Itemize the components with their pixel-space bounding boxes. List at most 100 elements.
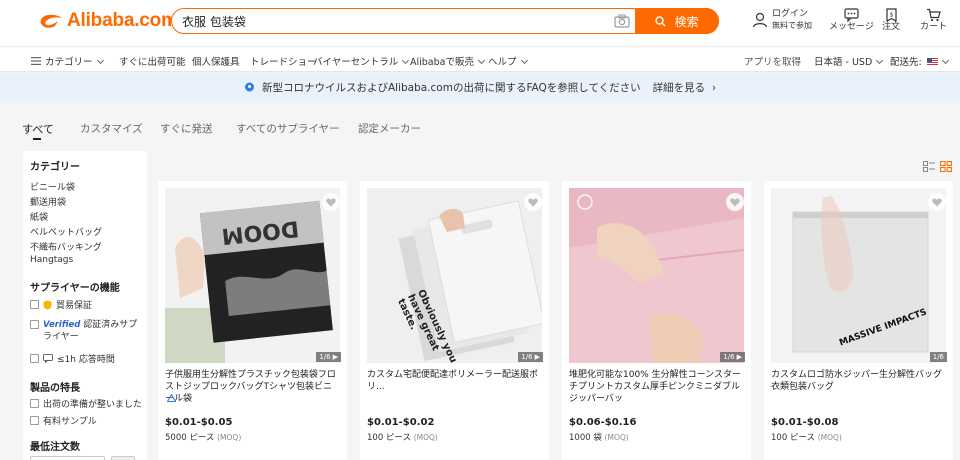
ready-to-ship-label: 出荷の準備が整いました — [43, 400, 143, 410]
banner-details-link[interactable]: 詳細を見る › — [653, 80, 716, 95]
orders-link[interactable]: $ 注文 — [882, 8, 900, 33]
tab-all[interactable]: すべて — [22, 121, 54, 137]
cart-icon — [927, 8, 941, 22]
product-title[interactable]: 堆肥化可能な100% 生分解性コーンスターチプリントカスタム厚手ピンクミニダブル… — [569, 369, 745, 405]
trade-assurance-filter[interactable]: 貿易保証 — [30, 298, 92, 311]
tab-verified-manufacturers[interactable]: 認定メーカー — [358, 121, 421, 136]
ready-to-ship-filter[interactable]: 出荷の準備が整いました — [30, 397, 142, 410]
category-nav: カテゴリー すぐに出荷可能 個人保護具 トレードショー バイヤーセントラル Al… — [0, 46, 960, 72]
product-title[interactable]: 子供服用生分解性プラスチック包装袋フロストジップロックバッグTシャツ包装ビニール… — [165, 369, 341, 405]
category-link[interactable]: 郵送用袋 — [30, 195, 66, 208]
get-app-link[interactable]: アプリを取得 — [744, 54, 801, 68]
nav-item-sell[interactable]: Alibabaで販売 — [410, 54, 486, 68]
paid-samples-label: 有料サンプル — [43, 417, 97, 427]
product-moq: 1000 袋 (MOQ) — [569, 431, 629, 443]
moq-value: 1000 袋 — [569, 433, 602, 443]
response-time-filter[interactable]: ≤1h 応答時間 — [30, 352, 115, 365]
moq-tag: (MOQ) — [217, 433, 242, 442]
list-view-icon[interactable] — [923, 161, 935, 172]
ship-to-label: 配送先: — [890, 57, 922, 68]
ship-to-select[interactable]: 配送先: — [890, 54, 949, 68]
min-order-input[interactable] — [30, 456, 105, 460]
top-header: Alibaba.com 検索 ログイン 無料で参加 — [0, 0, 960, 46]
search-button[interactable]: 検索 — [635, 8, 719, 34]
search-icon — [655, 15, 667, 27]
search-input[interactable] — [182, 12, 602, 30]
tab-all-suppliers[interactable]: すべてのサプライヤー — [236, 121, 340, 136]
moq-value: 5000 ピース — [165, 433, 215, 443]
product-card[interactable]: 1/6 ▶ 堆肥化可能な100% 生分解性コーンスターチプリントカスタム厚手ピンク… — [562, 181, 751, 460]
category-link[interactable]: Hangtags — [30, 255, 73, 265]
alibaba-logo-icon — [40, 14, 62, 28]
tab-ready-to-ship[interactable]: すぐに発送 — [160, 121, 213, 136]
language-currency-select[interactable]: 日本語 - USD — [814, 54, 884, 68]
category-link[interactable]: 不織布バッキング — [30, 240, 102, 253]
min-order-ok-button[interactable] — [111, 456, 135, 460]
verified-badge: Verified — [43, 320, 81, 330]
checkbox[interactable] — [30, 399, 39, 408]
product-moq: 5000 ピース (MOQ) — [165, 431, 241, 443]
product-card[interactable]: DOOM 1/6 ▶ 子供服用生分解性プラスチック包装袋フロストジップロックバッグ… — [158, 181, 347, 460]
nav-item-label: Alibabaで販売 — [410, 57, 474, 68]
favorite-button[interactable] — [726, 193, 744, 211]
cart-link[interactable]: カート — [920, 8, 947, 33]
svg-text:$: $ — [889, 12, 893, 19]
tab-customize[interactable]: カスタマイズ — [80, 121, 143, 136]
category-link[interactable]: 紙袋 — [30, 210, 48, 223]
checkbox[interactable] — [30, 320, 39, 329]
favorite-button[interactable] — [928, 193, 946, 211]
product-image[interactable]: Obviously you have great taste. — [367, 188, 542, 363]
product-image[interactable] — [569, 188, 744, 363]
nav-categories[interactable]: カテゴリー — [31, 54, 104, 68]
moq-value: 100 ピース — [367, 433, 412, 443]
nav-item-trade-show[interactable]: トレードショー — [250, 54, 317, 68]
search-button-label: 検索 — [674, 14, 699, 29]
camera-icon[interactable] — [614, 14, 630, 28]
heart-icon — [932, 198, 942, 206]
moq-tag: (MOQ) — [604, 433, 629, 442]
category-link[interactable]: ベルベットバッグ — [30, 225, 102, 238]
favorite-button[interactable] — [322, 193, 340, 211]
product-moq: 100 ピース (MOQ) — [771, 431, 842, 443]
nav-item-ppe[interactable]: 個人保護具 — [192, 54, 240, 68]
product-card[interactable]: Obviously you have great taste. 1/6 ▶ カスタ… — [360, 181, 549, 460]
black-zip-bag-image: DOOM — [165, 188, 340, 363]
nav-item-ready-to-ship[interactable]: すぐに出荷可能 — [119, 54, 186, 68]
language-label: 日本語 - USD — [814, 57, 873, 68]
image-pager[interactable]: 1/6 — [929, 352, 947, 362]
product-title[interactable]: カスタム宅配便配達ポリメーラー配送服ポリ... — [367, 369, 543, 393]
grid-view-icon[interactable] — [940, 161, 952, 172]
nav-item-help[interactable]: ヘルプ — [488, 54, 528, 68]
checkbox[interactable] — [30, 300, 39, 309]
nav-item-label: トレードショー — [250, 57, 317, 68]
trade-assurance-icon — [43, 300, 52, 309]
product-image[interactable]: MASSIVE IMPACTS — [771, 188, 946, 363]
alibaba-logo[interactable]: Alibaba.com — [38, 10, 178, 32]
product-card[interactable]: MASSIVE IMPACTS 1/6 カスタムロゴ防水ジッパー生分解性バッグ衣… — [764, 181, 953, 460]
nav-categories-label: カテゴリー — [45, 57, 93, 68]
chevron-down-icon — [520, 56, 528, 65]
favorite-button[interactable] — [524, 193, 542, 211]
sign-in-link[interactable]: ログイン 無料で参加 — [752, 9, 812, 31]
orders-label: 注文 — [882, 22, 901, 32]
play-icon: ▶ — [332, 353, 338, 361]
checkbox[interactable] — [30, 416, 39, 425]
heart-icon — [730, 198, 740, 206]
user-icon — [752, 12, 768, 28]
paid-samples-filter[interactable]: 有料サンプル — [30, 414, 97, 427]
product-image[interactable]: DOOM — [165, 188, 340, 363]
image-pager[interactable]: 1/6 ▶ — [518, 352, 543, 362]
messages-link[interactable]: メッセージ — [829, 8, 874, 33]
product-title[interactable]: カスタムロゴ防水ジッパー生分解性バッグ衣類包装バッグ — [771, 369, 947, 393]
pager-count: 1/6 — [319, 353, 331, 361]
image-pager[interactable]: 1/6 ▶ — [316, 352, 341, 362]
verified-supplier-filter[interactable]: Verified 認証済みサプライヤー — [30, 319, 143, 343]
heart-icon — [528, 198, 538, 206]
moq-tag: (MOQ) — [817, 433, 842, 442]
image-pager[interactable]: 1/6 ▶ — [720, 352, 745, 362]
pager-count: 1/6 — [521, 353, 533, 361]
pager-count: 1/6 — [932, 353, 944, 361]
nav-item-buyer-central[interactable]: バイヤーセントラル — [313, 54, 410, 68]
category-link[interactable]: ビニール袋 — [30, 180, 75, 193]
checkbox[interactable] — [30, 354, 39, 363]
